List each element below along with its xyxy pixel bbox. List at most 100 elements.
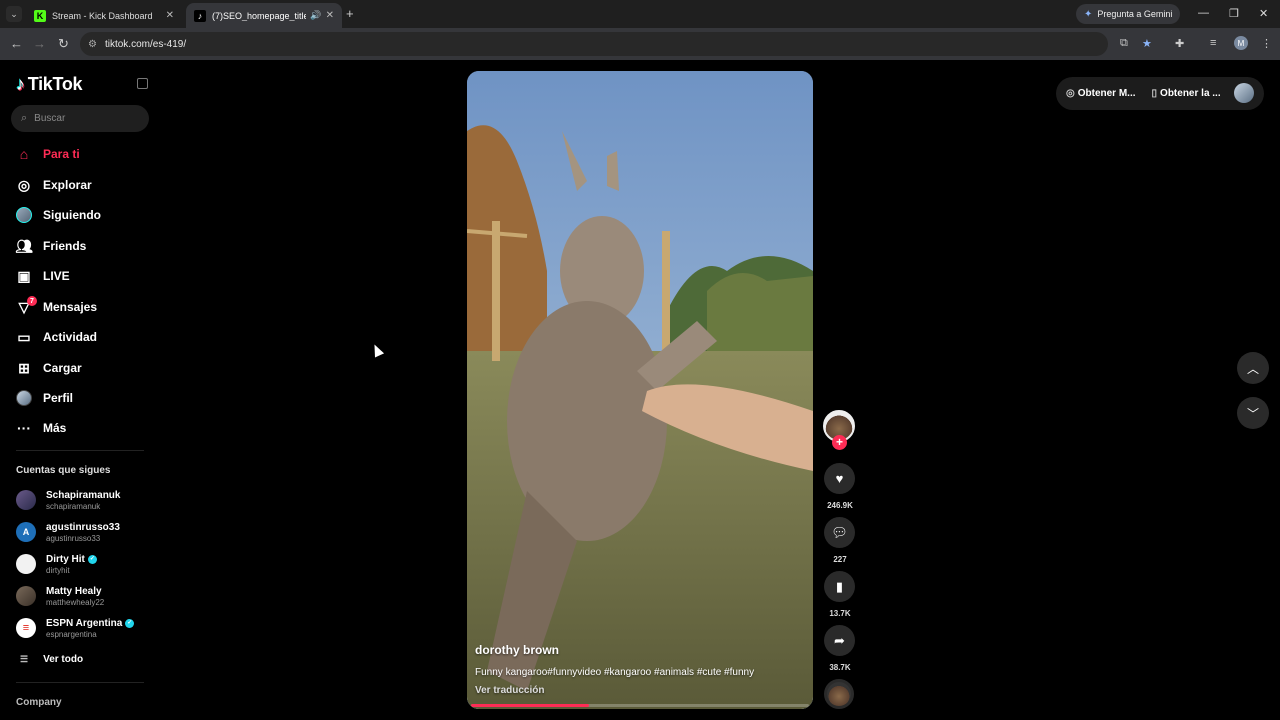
nav-label: Para ti [43, 147, 80, 161]
nav-explorar[interactable]: ◎ Explorar [16, 175, 92, 195]
video-frame [467, 71, 813, 709]
install-icon[interactable]: ⧉ [1120, 37, 1128, 50]
verified-icon: ✓ [87, 554, 97, 564]
sound-disc[interactable] [824, 679, 854, 709]
nav-para-ti[interactable]: ⌂ Para ti [16, 144, 80, 164]
get-app-label: Obtener la ... [1160, 88, 1221, 99]
bookmark-star-icon[interactable]: ★ [1142, 37, 1152, 50]
close-icon[interactable]: ✕ [326, 10, 334, 21]
browser-menu-icon[interactable]: ⋮ [1261, 37, 1272, 50]
divider [16, 450, 144, 451]
minimize-button[interactable]: — [1198, 7, 1209, 19]
reload-button[interactable]: ↻ [58, 37, 69, 51]
video-player[interactable]: dorothy brown Funny kangaroo#funnyvideo … [467, 71, 813, 709]
account-name: Matty Healy [46, 585, 102, 597]
browser-tab-kick[interactable]: K Stream - Kick Dashboard ✕ [26, 3, 182, 28]
save-button[interactable]: ▮ [824, 571, 855, 602]
account-item[interactable]: Dirty Hit ✓ dirtyhit [16, 552, 97, 576]
verified-icon: ✓ [125, 618, 135, 628]
tab-search-button[interactable]: ⌄ [6, 6, 22, 22]
video-author[interactable]: dorothy brown [475, 643, 559, 657]
account-handle: espnargentina [46, 629, 97, 639]
mouse-cursor [369, 342, 385, 358]
compass-icon: ◎ [17, 176, 31, 193]
save-count: 13.7K [829, 609, 851, 618]
media-icon[interactable]: ≡ [1210, 37, 1216, 49]
tiktok-note-icon: ♪ [16, 74, 25, 94]
video-progress-bar[interactable] [471, 704, 809, 707]
progress-fill [471, 704, 590, 707]
company-link[interactable]: Company [16, 697, 62, 708]
following-title: Cuentas que sigues [16, 465, 111, 476]
nav-label: Perfil [43, 391, 74, 405]
browser-profile-avatar[interactable]: M [1234, 36, 1248, 50]
tiktok-logo[interactable]: ♪ TikTok [16, 74, 83, 95]
video-caption[interactable]: Funny kangaroo#funnyvideo #kangaroo #ani… [475, 667, 754, 678]
nav-mensajes[interactable]: ▽ 7 Mensajes [16, 296, 97, 317]
upload-icon: ⊞ [18, 359, 30, 376]
search-icon: ⌕ [21, 112, 28, 124]
nav-label: Explorar [43, 178, 92, 192]
account-item[interactable]: Schapiramanuk schapiramanuk [16, 488, 120, 512]
restore-button[interactable]: ❐ [1229, 7, 1239, 20]
avatar [16, 490, 36, 510]
top-right-actions: ◎ Obtener M... ▯ Obtener la ... [1056, 77, 1264, 110]
gemini-button[interactable]: ✦ Pregunta a Gemini [1076, 4, 1181, 24]
heart-icon: ♥ [835, 471, 844, 486]
comment-button[interactable]: 💬︎ [824, 517, 855, 548]
tab-title: Stream - Kick Dashboard [52, 10, 153, 21]
forward-button[interactable]: → [33, 37, 46, 51]
account-item[interactable]: A agustinrusso33 agustinrusso33 [16, 520, 120, 544]
back-button[interactable]: ← [10, 37, 23, 51]
friends-icon: 👥︎ [15, 237, 33, 254]
like-count: 246.9K [827, 501, 853, 510]
nav-cargar[interactable]: ⊞ Cargar [16, 358, 82, 378]
account-item[interactable]: ≡ ESPN Argentina ✓ espnargentina [16, 616, 135, 640]
share-button[interactable]: ➦ [824, 625, 855, 656]
collapse-sidebar-icon[interactable] [137, 78, 148, 89]
close-window-button[interactable]: ✕ [1259, 7, 1268, 20]
new-tab-button[interactable]: + [346, 6, 354, 21]
search-input[interactable] [34, 113, 135, 124]
get-coins-button[interactable]: ◎ Obtener M... [1066, 88, 1136, 99]
follow-plus-button[interactable]: + [832, 435, 847, 450]
close-icon[interactable]: ✕ [166, 10, 174, 21]
account-handle: schapiramanuk [46, 501, 101, 511]
chevron-up-icon: ︿ [1246, 361, 1259, 376]
next-video-button[interactable]: ﹀ [1237, 397, 1269, 429]
see-all-link[interactable]: ☰ Ver todo [20, 654, 83, 665]
nav-label: Friends [43, 239, 87, 253]
nav-label: Actividad [43, 330, 98, 344]
previous-video-button[interactable]: ︿ [1237, 352, 1269, 384]
nav-mas[interactable]: ··· Más [16, 418, 66, 438]
user-avatar[interactable] [1234, 83, 1254, 103]
avatar [16, 554, 36, 574]
browser-tab-tiktok[interactable]: ♪ (7)SEO_homepage_title 🔊 ✕ [186, 3, 342, 28]
nav-perfil[interactable]: Perfil [16, 388, 73, 408]
live-icon: ▣ [17, 267, 31, 284]
logo-text: TikTok [27, 74, 83, 94]
get-app-button[interactable]: ▯ Obtener la ... [1152, 88, 1221, 99]
see-all-label: Ver todo [43, 654, 84, 665]
translate-link[interactable]: Ver traducción [475, 685, 544, 696]
tiktok-icon: ♪ [194, 9, 206, 22]
account-handle: agustinrusso33 [46, 533, 101, 543]
avatar: A [16, 522, 36, 542]
search-bar[interactable]: ⌕ [11, 105, 149, 132]
nav-actividad[interactable]: ▭ Actividad [16, 327, 97, 347]
speaker-icon[interactable]: 🔊 [310, 10, 321, 21]
like-button[interactable]: ♥ [824, 463, 855, 494]
nav-friends[interactable]: 👥︎ Friends [15, 236, 87, 256]
extensions-icon[interactable]: ✚ [1175, 37, 1184, 50]
browser-tab-strip: ⌄ K Stream - Kick Dashboard ✕ ♪ (7)SEO_h… [0, 0, 1280, 28]
share-icon: ➦ [834, 632, 845, 648]
address-bar[interactable]: ⚙ tiktok.com/es-419/ [80, 32, 1108, 56]
messages-icon: ▽ 7 [16, 296, 37, 315]
account-item[interactable]: Matty Healy matthewhealy22 [16, 584, 104, 608]
nav-siguiendo[interactable]: Siguiendo [16, 205, 101, 225]
profile-icon [16, 390, 32, 406]
account-name: ESPN Argentina [46, 617, 123, 629]
site-info-icon[interactable]: ⚙ [88, 39, 97, 50]
nav-live[interactable]: ▣ LIVE [16, 266, 69, 286]
espn-logo-icon: ≡ [16, 618, 36, 638]
